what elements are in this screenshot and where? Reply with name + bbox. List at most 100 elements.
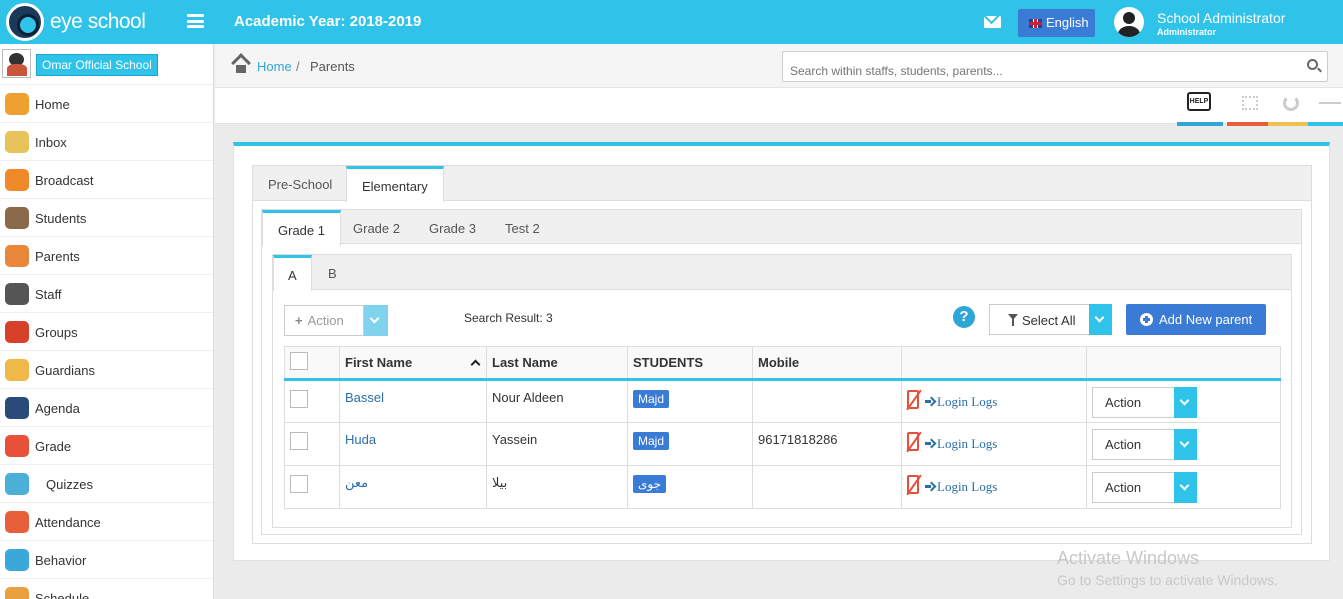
select-all-button[interactable]: Select All [989, 304, 1090, 335]
tab-section-b[interactable]: B [313, 255, 352, 290]
help-button[interactable]: HELP [1177, 90, 1223, 126]
quizzes-icon [5, 473, 29, 495]
tab-grade-1[interactable]: Grade 1 [262, 210, 341, 246]
select-all-dropdown[interactable] [1089, 304, 1112, 335]
select-all-checkbox[interactable] [290, 352, 308, 370]
collapse-button[interactable] [1308, 90, 1343, 126]
last-name-cell: Yassein [486, 422, 628, 466]
sidebar-item-home[interactable]: Home [0, 85, 213, 123]
user-name[interactable]: School Administrator [1157, 10, 1285, 26]
school-level-tabbar: Pre-School Elementary [253, 166, 1311, 202]
tab-pre-school[interactable]: Pre-School [253, 166, 347, 201]
tab-grade-3[interactable]: Grade 3 [414, 210, 491, 245]
mobile-cell [752, 379, 902, 423]
sidebar-item-schedule[interactable]: Schedule [0, 579, 213, 599]
home-icon[interactable] [233, 59, 249, 73]
top-bar: eye school Academic Year: 2018-2019 Engl… [0, 0, 1343, 44]
login-logs-link[interactable]: Login Logs [925, 479, 997, 494]
column-mobile[interactable]: Mobile [752, 346, 902, 381]
tab-test-2[interactable]: Test 2 [490, 210, 555, 245]
column-first-name[interactable]: First Name [339, 346, 487, 381]
first-name-cell: Huda [339, 422, 487, 466]
first-name-link[interactable]: Bassel [345, 390, 384, 405]
broadcast-icon [5, 169, 29, 191]
sidebar-item-agenda[interactable]: Agenda [0, 389, 213, 427]
login-logs-link[interactable]: Login Logs [925, 436, 997, 451]
login-logs-label: Login Logs [937, 436, 998, 451]
parents-table-body: Bassel Nour Aldeen Majd Login Logs Action Hud… [284, 379, 1281, 509]
expand-icon [1242, 96, 1258, 110]
row-action-dropdown[interactable] [1174, 472, 1197, 503]
eye-logo-icon[interactable] [6, 3, 44, 41]
row-checkbox[interactable] [290, 390, 308, 408]
tab-elementary[interactable]: Elementary [346, 166, 444, 202]
user-avatar[interactable] [1114, 7, 1144, 37]
student-badge[interactable]: Majd [633, 432, 670, 450]
sign-in-icon [925, 482, 934, 491]
groups-icon [5, 321, 29, 343]
sidebar-item-broadcast[interactable]: Broadcast [0, 161, 213, 199]
search-input[interactable] [782, 51, 1328, 82]
sort-ascending-icon[interactable] [470, 359, 481, 370]
fullscreen-accent-bar [1227, 122, 1273, 126]
breadcrumb-bar: Home / Parents [215, 44, 1343, 88]
bulk-action-button[interactable]: + Action [284, 305, 364, 336]
no-mobile-icon [907, 390, 919, 409]
sidebar-item-inbox[interactable]: Inbox [0, 123, 213, 161]
chevron-down-icon [1094, 312, 1105, 323]
panel-toolbar: HELP [215, 88, 1343, 126]
first-name-link[interactable]: معن [345, 475, 368, 490]
language-button[interactable]: English [1018, 9, 1095, 37]
student-badge[interactable]: جوى [633, 475, 667, 493]
school-header: Omar Official School [0, 44, 213, 85]
sidebar-item-grade[interactable]: Grade [0, 427, 213, 465]
column-first-name-label: First Name [345, 355, 413, 370]
plus-circle-icon [1140, 313, 1153, 326]
sidebar-item-guardians[interactable]: Guardians [0, 351, 213, 389]
first-name-link[interactable]: Huda [345, 432, 376, 447]
school-name-badge[interactable]: Omar Official School [36, 54, 158, 76]
search-icon[interactable] [1307, 59, 1318, 70]
tab-section-a[interactable]: A [273, 255, 312, 291]
brand-name[interactable]: eye school [50, 10, 146, 34]
student-badge[interactable]: Majd [633, 390, 670, 408]
column-last-name[interactable]: Last Name [486, 346, 628, 381]
attendance-icon [5, 511, 29, 533]
sidebar-item-quizzes[interactable]: Quizzes [0, 465, 213, 503]
tab-grade-2[interactable]: Grade 2 [338, 210, 415, 245]
row-action-cell: Action [1086, 422, 1281, 466]
add-new-parent-button[interactable]: Add New parent [1126, 304, 1266, 335]
row-action-button[interactable]: Action [1092, 429, 1178, 460]
menu-toggle-icon[interactable] [187, 14, 204, 28]
bulk-action-dropdown[interactable] [364, 305, 388, 336]
login-logs-link[interactable]: Login Logs [925, 394, 997, 409]
sidebar-item-students[interactable]: Students [0, 199, 213, 237]
row-checkbox[interactable] [290, 432, 308, 450]
sidebar-item-behavior[interactable]: Behavior [0, 541, 213, 579]
row-action-button[interactable]: Action [1092, 472, 1178, 503]
row-action-button[interactable]: Action [1092, 387, 1178, 418]
row-action-dropdown[interactable] [1174, 429, 1197, 460]
sidebar-item-parents[interactable]: Parents [0, 237, 213, 275]
inbox-icon [5, 131, 29, 153]
sidebar-item-attendance[interactable]: Attendance [0, 503, 213, 541]
row-action-dropdown[interactable] [1174, 387, 1197, 418]
last-name-cell: Nour Aldeen [486, 379, 628, 423]
fullscreen-button[interactable] [1227, 90, 1273, 126]
row-checkbox[interactable] [290, 475, 308, 493]
breadcrumb-separator: / [296, 59, 300, 74]
question-icon[interactable]: ? [953, 306, 975, 328]
column-students[interactable]: STUDENTS [627, 346, 753, 381]
help-accent-bar [1177, 122, 1223, 126]
sidebar-item-groups[interactable]: Groups [0, 313, 213, 351]
refresh-icon [1283, 95, 1299, 111]
sidebar-item-staff[interactable]: Staff [0, 275, 213, 313]
sidebar-item-label: Staff [35, 287, 62, 302]
search-result-count: Search Result: 3 [464, 311, 553, 325]
breadcrumb-home[interactable]: Home [257, 59, 292, 74]
sidebar-item-label: Groups [35, 325, 78, 340]
login-logs-cell: Login Logs [901, 422, 1087, 466]
sidebar-item-label: Inbox [35, 135, 67, 150]
column-actions [1086, 346, 1281, 381]
mail-icon[interactable] [984, 16, 1001, 28]
